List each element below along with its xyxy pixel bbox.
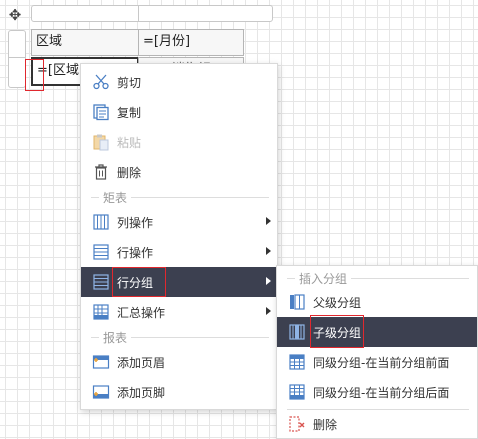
submenu-item-delete[interactable]: 删除: [277, 409, 477, 439]
section-label: 插入分组: [299, 271, 348, 286]
delete-group-icon: [287, 415, 307, 433]
submenu-item-child-group[interactable]: 子级分组: [277, 317, 477, 347]
section-header-matrix: 矩表: [91, 190, 269, 205]
menu-item-label: 删除: [117, 165, 142, 180]
menu-item-label: 粘贴: [117, 135, 142, 150]
menu-item-column-ops[interactable]: 列操作: [81, 207, 277, 237]
submenu-item-sibling-before[interactable]: 同级分组-在当前分组前面: [277, 347, 477, 377]
section-label: 报表: [103, 330, 128, 345]
menu-item-row-group[interactable]: 行分组: [81, 267, 277, 297]
context-menu: 剪切 复制 粘贴 删除 矩表 列操作 行操作 行分组 汇总操作 报表 添加页眉 …: [80, 63, 278, 410]
child-group-icon: [287, 323, 307, 341]
scissors-icon: [91, 73, 111, 91]
menu-item-copy[interactable]: 复制: [81, 97, 277, 127]
submenu-item-sibling-after[interactable]: 同级分组-在当前分组后面: [277, 377, 477, 407]
submenu-item-label: 同级分组-在当前分组后面: [313, 385, 450, 400]
row-ops-icon: [91, 243, 111, 261]
menu-item-delete[interactable]: 删除: [81, 157, 277, 187]
sibling-after-icon: [287, 383, 307, 401]
summary-ops-icon: [91, 303, 111, 321]
menu-item-add-header[interactable]: 添加页眉: [81, 347, 277, 377]
annotation-highlight-row-group: [112, 267, 166, 297]
menu-item-summary-ops[interactable]: 汇总操作: [81, 297, 277, 327]
matrix-cell-region-header[interactable]: 区域: [31, 29, 139, 56]
submenu-item-label: 同级分组-在当前分组前面: [313, 355, 450, 370]
submenu-item-label: 删除: [313, 417, 338, 432]
menu-item-paste[interactable]: 粘贴: [81, 127, 277, 157]
submenu-item-label: 父级分组: [313, 295, 362, 310]
chevron-right-icon: [266, 217, 271, 225]
menu-item-add-footer[interactable]: 添加页脚: [81, 377, 277, 407]
menu-item-label: 添加页眉: [117, 355, 166, 370]
matrix-cell-month-header[interactable]: =[月份]: [138, 29, 244, 56]
submenu-row-group: 插入分组 父级分组 子级分组 同级分组-在当前分组前面 同级分组-在当前分组后面…: [276, 265, 478, 439]
move-handle-icon[interactable]: ✥: [6, 6, 24, 24]
copy-icon: [91, 103, 111, 121]
submenu-item-parent-group[interactable]: 父级分组: [277, 287, 477, 317]
menu-item-row-ops[interactable]: 行操作: [81, 237, 277, 267]
menu-item-label: 列操作: [117, 215, 154, 230]
menu-item-cut[interactable]: 剪切: [81, 67, 277, 97]
section-header-insert-group: 插入分组: [287, 271, 469, 286]
chevron-right-icon: [266, 277, 271, 285]
paste-icon: [91, 133, 111, 151]
sibling-before-icon: [287, 353, 307, 371]
column-header-ruler[interactable]: [31, 5, 273, 22]
chevron-right-icon: [266, 247, 271, 255]
menu-item-label: 汇总操作: [117, 305, 166, 320]
row-header-ruler[interactable]: [8, 30, 26, 88]
annotation-highlight-child-group: [310, 315, 364, 348]
chevron-right-icon: [266, 307, 271, 315]
add-header-icon: [91, 353, 111, 371]
menu-item-label: 行操作: [117, 245, 154, 260]
menu-item-label: 剪切: [117, 75, 142, 90]
column-ops-icon: [91, 213, 111, 231]
menu-item-label: 添加页脚: [117, 385, 166, 400]
section-header-report: 报表: [91, 330, 269, 345]
add-footer-icon: [91, 383, 111, 401]
section-label: 矩表: [103, 190, 128, 205]
annotation-highlight-row-header: [25, 59, 44, 91]
trash-icon: [91, 163, 111, 181]
row-group-icon: [91, 273, 111, 291]
parent-group-icon: [287, 293, 307, 311]
menu-item-label: 复制: [117, 105, 142, 120]
